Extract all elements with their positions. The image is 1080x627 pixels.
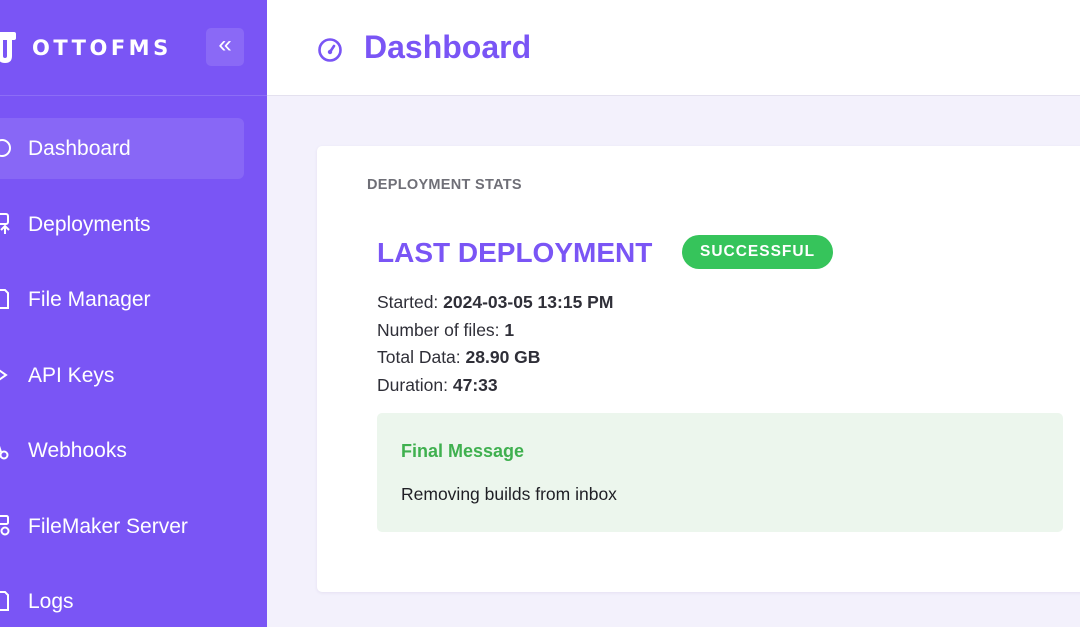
sidebar-nav: Dashboard Deployments File Manager API K… (0, 118, 267, 627)
files-value: 1 (504, 319, 515, 340)
files-label: Number of files: (377, 319, 500, 340)
document-icon (0, 591, 9, 611)
sidebar-item-filemaker-server[interactable]: FileMaker Server (0, 496, 244, 557)
sidebar-item-deployments[interactable]: Deployments (0, 194, 244, 255)
sidebar-item-logs[interactable]: Logs (0, 571, 244, 627)
duration-row: Duration: 47:33 (377, 372, 613, 400)
final-message-text: Removing builds from inbox (401, 484, 617, 504)
total-data-row: Total Data: 28.90 GB (377, 344, 613, 372)
sidebar-item-label: Deployments (28, 212, 151, 236)
sidebar-item-label: Dashboard (28, 137, 131, 160)
gauge-icon (0, 139, 11, 157)
status-badge: SUCCESSFUL (682, 235, 834, 269)
total-data-value: 28.90 GB (465, 347, 541, 367)
sidebar-item-label: Logs (28, 590, 74, 613)
sidebar: OTTOFMS « Dashboard Deployments File Man… (0, 0, 267, 627)
sidebar-item-label: File Manager (28, 288, 151, 311)
collapse-sidebar-button[interactable]: « (206, 28, 244, 66)
files-row: Number of files: 1 (377, 317, 613, 345)
folder-icon (0, 289, 9, 309)
total-data-label: Total Data: (377, 347, 461, 367)
brand-name: OTTOFMS (32, 36, 172, 60)
sidebar-item-webhooks[interactable]: Webhooks (0, 420, 244, 481)
webhook-icon (0, 445, 9, 460)
sidebar-item-dashboard[interactable]: Dashboard (0, 118, 244, 179)
final-message-box: Final Message Removing builds from inbox (377, 413, 1063, 532)
card-heading: DEPLOYMENT STATS (367, 177, 522, 193)
deployment-stats-card: DEPLOYMENT STATS LAST DEPLOYMENT SUCCESS… (317, 146, 1080, 592)
page-title: Dashboard (364, 29, 532, 65)
sidebar-item-label: API Keys (28, 363, 115, 387)
sidebar-item-label: FileMaker Server (28, 514, 188, 538)
top-bar: Dashboard (267, 0, 1080, 96)
deploy-icon (0, 212, 10, 234)
gauge-icon (318, 38, 342, 62)
server-icon (0, 514, 10, 535)
deployment-details: Started: 2024-03-05 13:15 PM Number of f… (377, 289, 613, 399)
started-row: Started: 2024-03-05 13:15 PM (377, 289, 613, 317)
double-chevron-left-icon: « (218, 31, 232, 58)
sidebar-item-api-keys[interactable]: API Keys (0, 345, 244, 406)
sidebar-item-label: Webhooks (28, 439, 127, 462)
duration-value: 47:33 (452, 374, 498, 395)
last-deployment-title: LAST DEPLOYMENT (377, 237, 653, 268)
started-value: 2024-03-05 13:15 PM (443, 292, 614, 312)
final-message-title: Final Message (401, 441, 525, 461)
duration-label: Duration: (377, 374, 449, 395)
started-label: Started: (377, 292, 439, 312)
brand-header: OTTOFMS « (0, 0, 267, 96)
sidebar-item-file-manager[interactable]: File Manager (0, 269, 244, 330)
ottofms-logo-icon (0, 32, 16, 63)
key-icon (0, 369, 8, 380)
